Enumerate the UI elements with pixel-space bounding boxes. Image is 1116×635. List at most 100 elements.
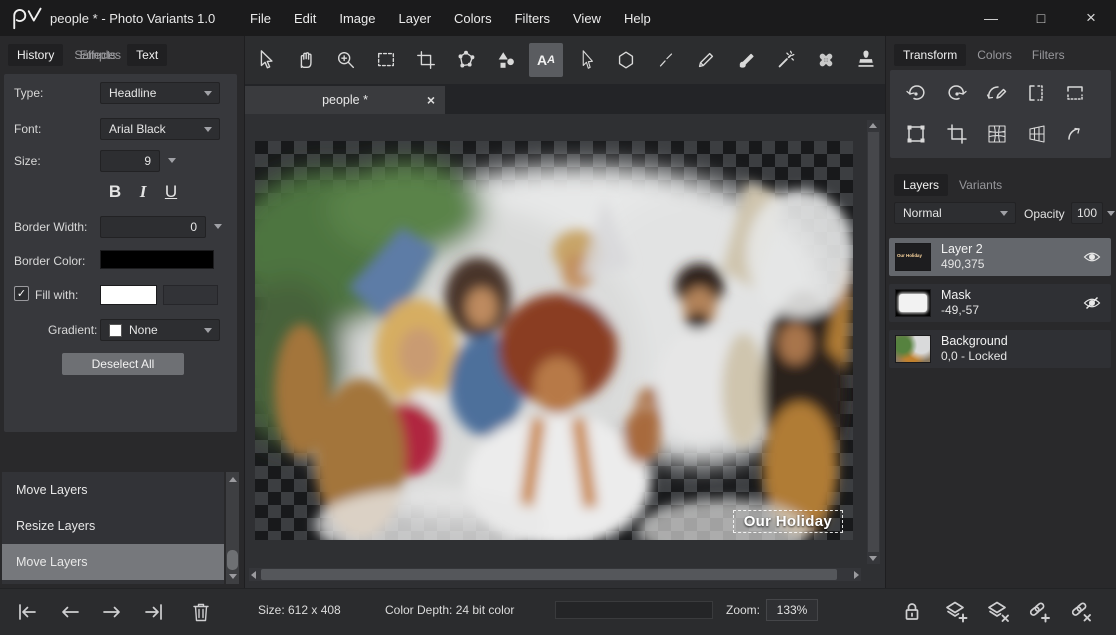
clone-stamp-tool[interactable] bbox=[849, 43, 883, 77]
tab-samples[interactable]: Samples bbox=[65, 44, 130, 66]
history-item[interactable]: Move Layers bbox=[2, 472, 224, 508]
menu-colors[interactable]: Colors bbox=[454, 11, 492, 26]
flip-horizontal-icon[interactable] bbox=[1021, 78, 1051, 108]
history-item[interactable]: Resize Layers bbox=[2, 508, 224, 544]
canvas-viewport[interactable]: Our Holiday bbox=[245, 114, 885, 588]
scrollbar-thumb[interactable] bbox=[227, 550, 238, 570]
underline-button[interactable]: U bbox=[160, 182, 182, 202]
remove-link-icon[interactable] bbox=[1066, 597, 1096, 627]
text-tool[interactable]: AA bbox=[529, 43, 563, 77]
menu-edit[interactable]: Edit bbox=[294, 11, 316, 26]
zoom-value-box[interactable]: 133% bbox=[766, 599, 818, 621]
tab-history[interactable]: History bbox=[8, 44, 63, 66]
redo-button[interactable] bbox=[97, 597, 127, 627]
add-link-icon[interactable] bbox=[1024, 597, 1054, 627]
tab-close-icon[interactable]: × bbox=[427, 92, 435, 108]
rotate-right-icon[interactable] bbox=[942, 78, 972, 108]
fill-color-swatch[interactable] bbox=[100, 285, 157, 305]
free-rotate-icon[interactable] bbox=[982, 78, 1012, 108]
scroll-right-icon[interactable] bbox=[854, 571, 859, 579]
tab-colors[interactable]: Colors bbox=[968, 44, 1021, 66]
polygon-select-tool[interactable] bbox=[449, 43, 483, 77]
mesh-warp-icon[interactable] bbox=[982, 119, 1012, 149]
scrollbar-thumb[interactable] bbox=[261, 569, 837, 580]
layer-row-background[interactable]: Background 0,0 - Locked bbox=[889, 330, 1111, 368]
perspective-icon[interactable] bbox=[1021, 119, 1051, 149]
flip-vertical-icon[interactable] bbox=[1060, 78, 1090, 108]
select-cursor-tool[interactable] bbox=[249, 43, 283, 77]
pencil-tool[interactable] bbox=[689, 43, 723, 77]
visibility-eye-off-icon[interactable] bbox=[1083, 296, 1101, 315]
fill-secondary-swatch[interactable] bbox=[163, 285, 218, 305]
redo-to-end-button[interactable] bbox=[139, 597, 169, 627]
document-tab[interactable]: people * × bbox=[245, 86, 445, 114]
blend-mode-select[interactable]: Normal bbox=[894, 202, 1016, 224]
italic-button[interactable]: I bbox=[132, 182, 154, 202]
scroll-left-icon[interactable] bbox=[251, 571, 256, 579]
size-input[interactable]: 9 bbox=[100, 150, 160, 172]
close-button[interactable]: × bbox=[1066, 0, 1116, 36]
text-layer-selection[interactable]: Our Holiday bbox=[733, 510, 843, 533]
scroll-up-icon[interactable] bbox=[229, 477, 237, 482]
minimize-button[interactable]: — bbox=[966, 0, 1016, 36]
tab-filters[interactable]: Filters bbox=[1023, 44, 1074, 66]
crop-icon[interactable] bbox=[942, 119, 972, 149]
menu-filters[interactable]: Filters bbox=[515, 11, 550, 26]
tab-layers[interactable]: Layers bbox=[894, 174, 948, 196]
deselect-all-button[interactable]: Deselect All bbox=[62, 353, 184, 375]
maximize-button[interactable]: □ bbox=[1016, 0, 1066, 36]
border-color-swatch[interactable] bbox=[100, 250, 214, 269]
visibility-eye-icon[interactable] bbox=[1083, 250, 1101, 269]
menu-help[interactable]: Help bbox=[624, 11, 651, 26]
crop-tool[interactable] bbox=[409, 43, 443, 77]
pan-hand-tool[interactable] bbox=[289, 43, 323, 77]
opacity-spinner-icon[interactable] bbox=[1107, 211, 1115, 216]
resize-icon[interactable] bbox=[901, 119, 931, 149]
add-layer-icon[interactable] bbox=[941, 597, 971, 627]
history-scrollbar[interactable] bbox=[226, 472, 239, 584]
line-tool[interactable] bbox=[649, 43, 683, 77]
border-width-spinner-icon[interactable] bbox=[214, 224, 222, 229]
canvas-horizontal-scrollbar[interactable] bbox=[249, 568, 861, 581]
border-width-input[interactable]: 0 bbox=[100, 216, 206, 238]
history-item-selected[interactable]: Move Layers bbox=[2, 544, 224, 580]
lock-icon[interactable] bbox=[897, 597, 927, 627]
undo-button[interactable] bbox=[55, 597, 85, 627]
layer-row-layer2[interactable]: Our Holiday Layer 2 490,375 bbox=[889, 238, 1111, 276]
scroll-up-icon[interactable] bbox=[869, 123, 877, 128]
zoom-magnifier-tool[interactable] bbox=[329, 43, 363, 77]
fill-with-checkbox[interactable]: ✓ bbox=[14, 286, 29, 301]
undo-to-start-button[interactable] bbox=[12, 597, 42, 627]
bold-button[interactable]: B bbox=[104, 182, 126, 202]
delete-history-trash-icon[interactable] bbox=[186, 597, 216, 627]
delete-layer-icon[interactable] bbox=[983, 597, 1013, 627]
rect-select-tool[interactable] bbox=[369, 43, 403, 77]
tab-transform[interactable]: Transform bbox=[894, 44, 966, 66]
rotate-arrow-icon[interactable] bbox=[1060, 119, 1090, 149]
polygon-shape-tool[interactable] bbox=[609, 43, 643, 77]
type-select[interactable]: Headline bbox=[100, 82, 220, 104]
size-spinner-icon[interactable] bbox=[168, 158, 176, 163]
menu-file[interactable]: File bbox=[250, 11, 271, 26]
patch-tool[interactable] bbox=[809, 43, 843, 77]
photo-document[interactable]: Our Holiday bbox=[255, 141, 853, 540]
brush-tool[interactable] bbox=[729, 43, 763, 77]
scroll-down-icon[interactable] bbox=[229, 574, 237, 579]
scrollbar-thumb[interactable] bbox=[868, 132, 879, 552]
font-select[interactable]: Arial Black bbox=[100, 118, 220, 140]
tab-text[interactable]: Text bbox=[127, 44, 167, 66]
opacity-input[interactable]: 100 bbox=[1071, 202, 1103, 224]
magic-wand-tool[interactable] bbox=[769, 43, 803, 77]
rotate-left-icon[interactable] bbox=[901, 78, 931, 108]
menu-view[interactable]: View bbox=[573, 11, 601, 26]
tab-variants[interactable]: Variants bbox=[950, 174, 1011, 196]
menu-layer[interactable]: Layer bbox=[399, 11, 432, 26]
gradient-select[interactable]: None bbox=[100, 319, 220, 341]
shapes-tool[interactable] bbox=[489, 43, 523, 77]
canvas-vertical-scrollbar[interactable] bbox=[867, 120, 880, 564]
menu-image[interactable]: Image bbox=[339, 11, 375, 26]
node-select-tool[interactable] bbox=[569, 43, 603, 77]
scroll-down-icon[interactable] bbox=[869, 556, 877, 561]
layer-row-mask[interactable]: Mask -49,-57 bbox=[889, 284, 1111, 322]
left-panel: Position Effects Text Type: Headline Fon… bbox=[0, 36, 245, 588]
